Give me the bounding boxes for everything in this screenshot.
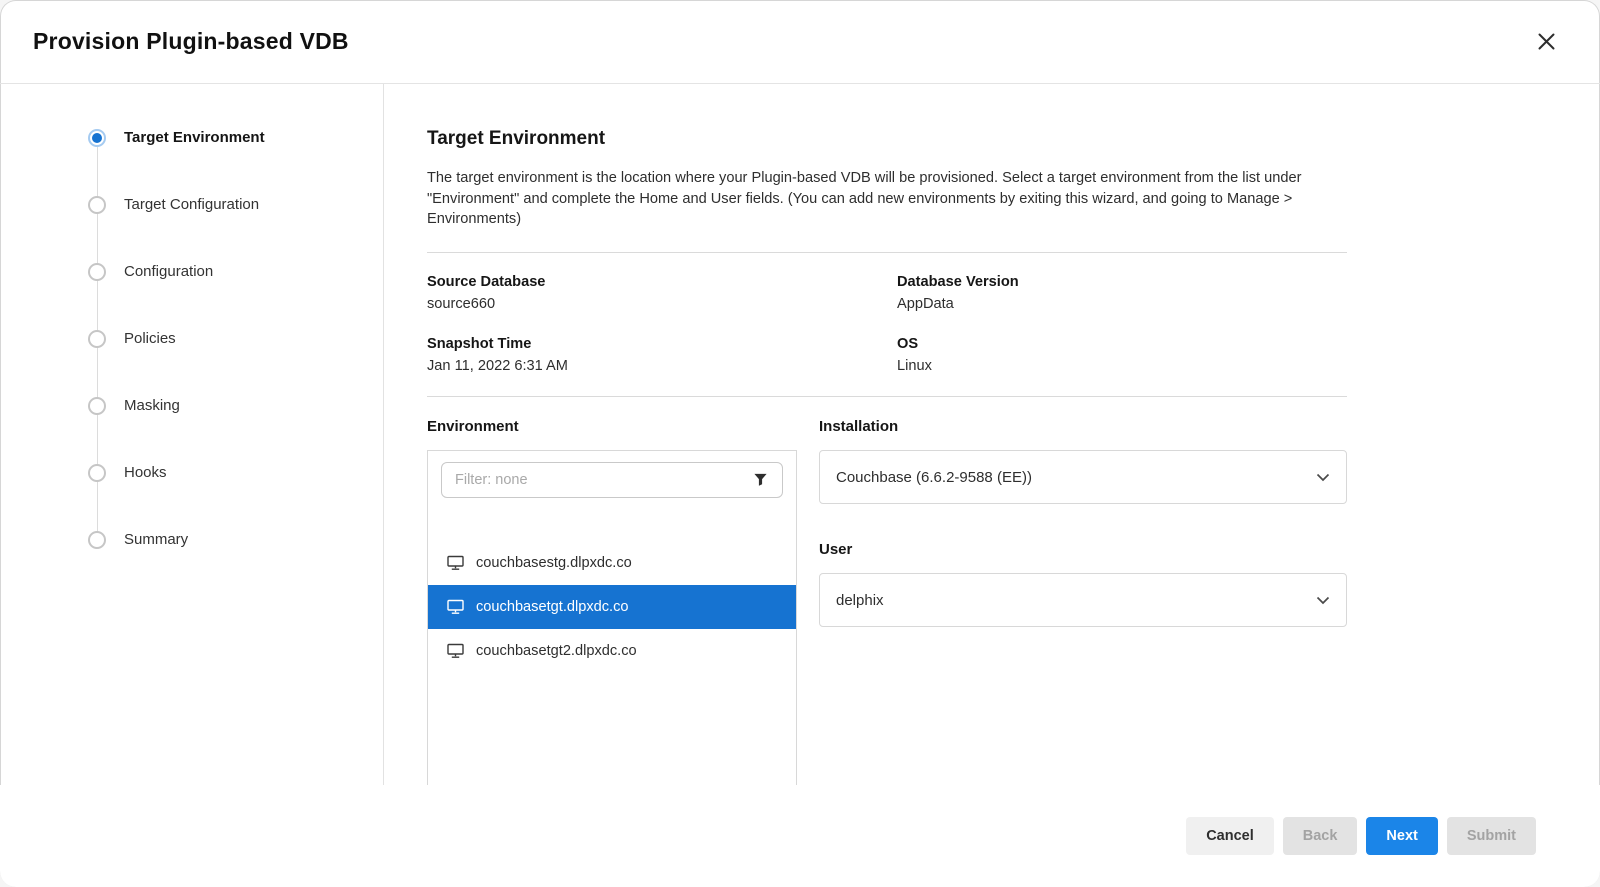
step-indicator-icon	[88, 531, 106, 549]
environment-list: couchbasestg.dlpxdc.co couchbasetgt.dlpx…	[428, 541, 796, 673]
step-hooks[interactable]: Hooks	[88, 439, 383, 506]
step-label: Summary	[124, 531, 188, 548]
step-label: Masking	[124, 397, 180, 414]
cancel-button[interactable]: Cancel	[1186, 817, 1274, 855]
step-policies[interactable]: Policies	[88, 305, 383, 372]
info-value: Jan 11, 2022 6:31 AM	[427, 358, 897, 374]
info-label: OS	[897, 336, 1347, 352]
user-value: delphix	[836, 592, 884, 609]
environment-item[interactable]: couchbasestg.dlpxdc.co	[428, 541, 796, 585]
info-label: Source Database	[427, 274, 897, 290]
dialog-body: Target Environment Target Configuration …	[0, 84, 1600, 785]
step-masking[interactable]: Masking	[88, 372, 383, 439]
provision-vdb-dialog: Provision Plugin-based VDB Target Enviro…	[0, 0, 1600, 887]
environment-item-label: couchbasetgt.dlpxdc.co	[476, 599, 629, 615]
installation-value: Couchbase (6.6.2-9588 (EE))	[836, 469, 1032, 486]
close-icon	[1535, 41, 1558, 56]
step-indicator-icon	[88, 464, 106, 482]
environment-section: Environment	[427, 418, 797, 785]
environment-filter	[428, 451, 796, 509]
info-database-version: Database Version AppData	[897, 262, 1347, 324]
wizard-stepper: Target Environment Target Configuration …	[0, 84, 384, 785]
chevron-down-icon	[1316, 469, 1330, 486]
submit-button: Submit	[1447, 817, 1536, 855]
user-select[interactable]: delphix	[819, 573, 1347, 627]
step-indicator-icon	[88, 397, 106, 415]
back-button: Back	[1283, 817, 1358, 855]
info-os: OS Linux	[897, 324, 1347, 386]
environment-item-selected[interactable]: couchbasetgt.dlpxdc.co	[428, 585, 796, 629]
info-label: Snapshot Time	[427, 336, 897, 352]
main-panel: Target Environment The target environmen…	[384, 84, 1600, 785]
environment-label: Environment	[427, 418, 797, 435]
environment-item[interactable]: couchbasetgt2.dlpxdc.co	[428, 629, 796, 673]
step-label: Policies	[124, 330, 176, 347]
step-summary[interactable]: Summary	[88, 506, 383, 573]
filter-funnel-icon[interactable]	[753, 472, 768, 492]
step-indicator-icon	[88, 330, 106, 348]
host-icon	[447, 555, 464, 571]
page-description: The target environment is the location w…	[427, 168, 1347, 230]
dialog-header: Provision Plugin-based VDB	[0, 0, 1600, 84]
info-value: AppData	[897, 296, 1347, 312]
environment-item-label: couchbasestg.dlpxdc.co	[476, 555, 632, 571]
environment-item-label: couchbasetgt2.dlpxdc.co	[476, 643, 637, 659]
close-button[interactable]	[1529, 24, 1564, 59]
step-indicator-icon	[88, 129, 106, 147]
chevron-down-icon	[1316, 592, 1330, 609]
info-snapshot-time: Snapshot Time Jan 11, 2022 6:31 AM	[427, 324, 897, 386]
step-label: Hooks	[124, 464, 167, 481]
environment-filter-input[interactable]	[441, 462, 783, 498]
divider	[427, 396, 1347, 397]
step-label: Configuration	[124, 263, 213, 280]
dialog-title: Provision Plugin-based VDB	[33, 28, 349, 55]
step-indicator-icon	[88, 196, 106, 214]
step-label: Target Configuration	[124, 196, 259, 213]
info-value: Linux	[897, 358, 1347, 374]
installation-section: Installation Couchbase (6.6.2-9588 (EE))…	[819, 418, 1347, 785]
source-info-grid: Source Database source660 Database Versi…	[427, 253, 1347, 396]
info-source-database: Source Database source660	[427, 262, 897, 324]
installation-label: Installation	[819, 418, 1347, 435]
step-target-configuration[interactable]: Target Configuration	[88, 171, 383, 238]
user-label: User	[819, 541, 1347, 558]
installation-select[interactable]: Couchbase (6.6.2-9588 (EE))	[819, 450, 1347, 504]
dialog-footer: Cancel Back Next Submit	[0, 785, 1600, 887]
environment-listbox: couchbasestg.dlpxdc.co couchbasetgt.dlpx…	[427, 450, 797, 785]
host-icon	[447, 643, 464, 659]
next-button[interactable]: Next	[1366, 817, 1437, 855]
step-indicator-icon	[88, 263, 106, 281]
step-configuration[interactable]: Configuration	[88, 238, 383, 305]
host-icon	[447, 599, 464, 615]
info-label: Database Version	[897, 274, 1347, 290]
info-value: source660	[427, 296, 897, 312]
step-target-environment[interactable]: Target Environment	[88, 104, 383, 171]
step-label: Target Environment	[124, 129, 265, 146]
page-title: Target Environment	[427, 128, 1347, 150]
